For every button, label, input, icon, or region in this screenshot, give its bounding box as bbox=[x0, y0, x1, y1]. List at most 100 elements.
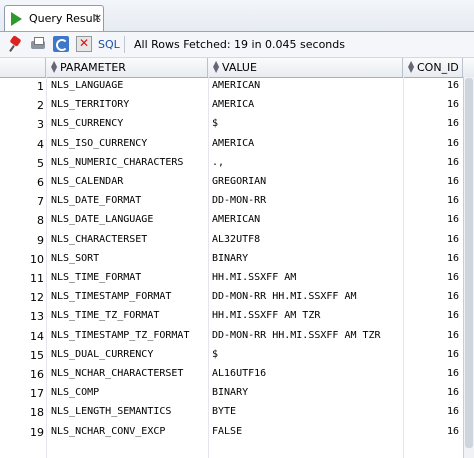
cell-parameter[interactable]: NLS_CURRENCY bbox=[51, 118, 203, 129]
cell-parameter[interactable]: NLS_LENGTH_SEMANTICS bbox=[51, 406, 203, 417]
cell-value[interactable]: AMERICA bbox=[212, 99, 400, 110]
cell-con-id[interactable]: 16 bbox=[403, 118, 459, 129]
pin-icon[interactable] bbox=[8, 36, 24, 52]
cell-parameter[interactable]: NLS_CALENDAR bbox=[51, 176, 203, 187]
cell-con-id[interactable]: 16 bbox=[403, 426, 459, 437]
cell-parameter[interactable]: NLS_TIME_FORMAT bbox=[51, 272, 203, 283]
cell-value[interactable]: BYTE bbox=[212, 406, 400, 417]
cell-parameter[interactable]: NLS_ISO_CURRENCY bbox=[51, 138, 203, 149]
cell-con-id[interactable]: 16 bbox=[403, 195, 459, 206]
sort-icon: ▲ ▼ bbox=[51, 59, 58, 74]
cell-parameter[interactable]: NLS_TIME_TZ_FORMAT bbox=[51, 310, 203, 321]
refresh-icon[interactable] bbox=[53, 36, 69, 52]
cell-value[interactable]: BINARY bbox=[212, 387, 400, 398]
run-play-icon bbox=[11, 12, 22, 26]
cell-parameter[interactable]: NLS_DUAL_CURRENCY bbox=[51, 349, 203, 360]
cell-value[interactable]: AL16UTF16 bbox=[212, 368, 400, 379]
table-row[interactable]: 5 NLS_NUMERIC_CHARACTERS., 16 bbox=[0, 154, 463, 173]
cell-parameter[interactable]: NLS_TIMESTAMP_FORMAT bbox=[51, 291, 203, 302]
cell-value[interactable]: HH.MI.SSXFF AM TZR bbox=[212, 310, 400, 321]
table-row[interactable]: 1 NLS_LANGUAGE AMERICAN 16 bbox=[0, 77, 463, 96]
cell-value[interactable]: GREGORIAN bbox=[212, 176, 400, 187]
cell-con-id[interactable]: 16 bbox=[403, 138, 459, 149]
row-number: 15 bbox=[30, 348, 44, 362]
cell-parameter[interactable]: NLS_TERRITORY bbox=[51, 99, 203, 110]
result-grid: ▲ ▼ PARAMETER ▲ ▼ VALUE ▲ ▼ CON_ID 1 NLS_LAN… bbox=[0, 58, 474, 458]
cell-con-id[interactable]: 16 bbox=[403, 214, 459, 225]
cell-value[interactable]: FALSE bbox=[212, 426, 400, 437]
row-number: 5 bbox=[37, 156, 44, 170]
cell-con-id[interactable]: 16 bbox=[403, 253, 459, 264]
row-number: 9 bbox=[37, 233, 44, 247]
print-icon[interactable] bbox=[30, 36, 46, 52]
cancel-query-icon[interactable] bbox=[76, 36, 92, 52]
cell-parameter[interactable]: NLS_CHARACTERSET bbox=[51, 234, 203, 245]
table-row[interactable]: 11 NLS_TIME_FORMAT HH.MI.SSXFF AM 16 bbox=[0, 269, 463, 288]
table-row[interactable]: 18 NLS_LENGTH_SEMANTICS BYTE 16 bbox=[0, 403, 463, 422]
cell-parameter[interactable]: NLS_TIMESTAMP_TZ_FORMAT bbox=[51, 330, 203, 341]
cell-parameter[interactable]: NLS_LANGUAGE bbox=[51, 80, 203, 91]
table-row[interactable]: 9 NLS_CHARACTERSET AL32UTF8 16 bbox=[0, 231, 463, 250]
cell-value[interactable]: BINARY bbox=[212, 253, 400, 264]
cell-value[interactable]: AL32UTF8 bbox=[212, 234, 400, 245]
tab-close-icon[interactable]: × bbox=[93, 11, 102, 24]
table-row[interactable]: 12 NLS_TIMESTAMP_FORMAT DD-MON-RR HH.MI.SS… bbox=[0, 288, 463, 307]
table-row[interactable]: 17 NLS_COMP BINARY 16 bbox=[0, 384, 463, 403]
cell-parameter[interactable]: NLS_NCHAR_CHARACTERSET bbox=[51, 368, 203, 379]
table-row[interactable]: 14 NLS_TIMESTAMP_TZ_FORMAT DD-MON-RR HH.MI… bbox=[0, 327, 463, 346]
column-header-parameter[interactable]: ▲ ▼ PARAMETER bbox=[46, 58, 208, 77]
sql-link[interactable]: SQL bbox=[98, 38, 120, 51]
table-row[interactable]: 3 NLS_CURRENCY $16 bbox=[0, 115, 463, 134]
cell-parameter[interactable]: NLS_DATE_FORMAT bbox=[51, 195, 203, 206]
cell-value[interactable]: AMERICA bbox=[212, 138, 400, 149]
cell-con-id[interactable]: 16 bbox=[403, 387, 459, 398]
vertical-scrollbar[interactable] bbox=[463, 77, 474, 458]
table-row[interactable]: 13 NLS_TIME_TZ_FORMAT HH.MI.SSXFF AM TZR 16 bbox=[0, 307, 463, 326]
cell-value[interactable]: DD-MON-RR HH.MI.SSXFF AM TZR bbox=[212, 330, 400, 341]
table-row[interactable]: 8 NLS_DATE_LANGUAGE AMERICAN 16 bbox=[0, 211, 463, 230]
cell-con-id[interactable]: 16 bbox=[403, 176, 459, 187]
row-number: 8 bbox=[37, 214, 44, 228]
cell-con-id[interactable]: 16 bbox=[403, 157, 459, 168]
cell-con-id[interactable]: 16 bbox=[403, 368, 459, 379]
row-number: 17 bbox=[30, 387, 44, 401]
cell-value[interactable]: $ bbox=[212, 118, 400, 129]
cell-parameter[interactable]: NLS_SORT bbox=[51, 253, 203, 264]
cell-con-id[interactable]: 16 bbox=[403, 272, 459, 283]
cell-value[interactable]: $ bbox=[212, 349, 400, 360]
cell-value[interactable]: AMERICAN bbox=[212, 80, 400, 91]
column-header-con-id[interactable]: ▲ ▼ CON_ID bbox=[403, 58, 463, 77]
cell-con-id[interactable]: 16 bbox=[403, 99, 459, 110]
cell-value[interactable]: DD-MON-RR HH.MI.SSXFF AM bbox=[212, 291, 400, 302]
table-row[interactable]: 6 NLS_CALENDAR GREGORIAN 16 bbox=[0, 173, 463, 192]
cell-parameter[interactable]: NLS_NUMERIC_CHARACTERS bbox=[51, 157, 203, 168]
table-row[interactable]: 7 NLS_DATE_FORMAT DD-MON-RR 16 bbox=[0, 192, 463, 211]
column-header-value[interactable]: ▲ ▼ VALUE bbox=[208, 58, 403, 77]
cell-con-id[interactable]: 16 bbox=[403, 234, 459, 245]
cell-con-id[interactable]: 16 bbox=[403, 80, 459, 91]
cell-con-id[interactable]: 16 bbox=[403, 406, 459, 417]
table-row[interactable]: 10 NLS_SORT BINARY 16 bbox=[0, 250, 463, 269]
cell-con-id[interactable]: 16 bbox=[403, 291, 459, 302]
cell-con-id[interactable]: 16 bbox=[403, 310, 459, 321]
row-number: 19 bbox=[30, 425, 44, 439]
cell-value[interactable]: HH.MI.SSXFF AM bbox=[212, 272, 400, 283]
cell-value[interactable]: AMERICAN bbox=[212, 214, 400, 225]
cell-value[interactable]: ., bbox=[212, 157, 400, 168]
table-row[interactable]: 4 NLS_ISO_CURRENCY AMERICA 16 bbox=[0, 135, 463, 154]
cell-con-id[interactable]: 16 bbox=[403, 330, 459, 341]
tab-query-result[interactable]: Query Result × bbox=[4, 5, 104, 31]
row-number-header bbox=[0, 58, 46, 77]
table-row[interactable]: 16 NLS_NCHAR_CHARACTERSET AL16UTF16 16 bbox=[0, 365, 463, 384]
table-row[interactable]: 15 NLS_DUAL_CURRENCY $16 bbox=[0, 346, 463, 365]
fetch-status: All Rows Fetched: 19 in 0.045 seconds bbox=[134, 38, 345, 51]
cell-parameter[interactable]: NLS_DATE_LANGUAGE bbox=[51, 214, 203, 225]
table-row[interactable]: 19 NLS_NCHAR_CONV_EXCP FALSE 16 bbox=[0, 423, 463, 442]
scrollbar-thumb[interactable] bbox=[465, 78, 473, 448]
cell-parameter[interactable]: NLS_NCHAR_CONV_EXCP bbox=[51, 426, 203, 437]
cell-value[interactable]: DD-MON-RR bbox=[212, 195, 400, 206]
cell-con-id[interactable]: 16 bbox=[403, 349, 459, 360]
tab-label: Query Result bbox=[29, 12, 100, 25]
table-row[interactable]: 2 NLS_TERRITORY AMERICA 16 bbox=[0, 96, 463, 115]
cell-parameter[interactable]: NLS_COMP bbox=[51, 387, 203, 398]
